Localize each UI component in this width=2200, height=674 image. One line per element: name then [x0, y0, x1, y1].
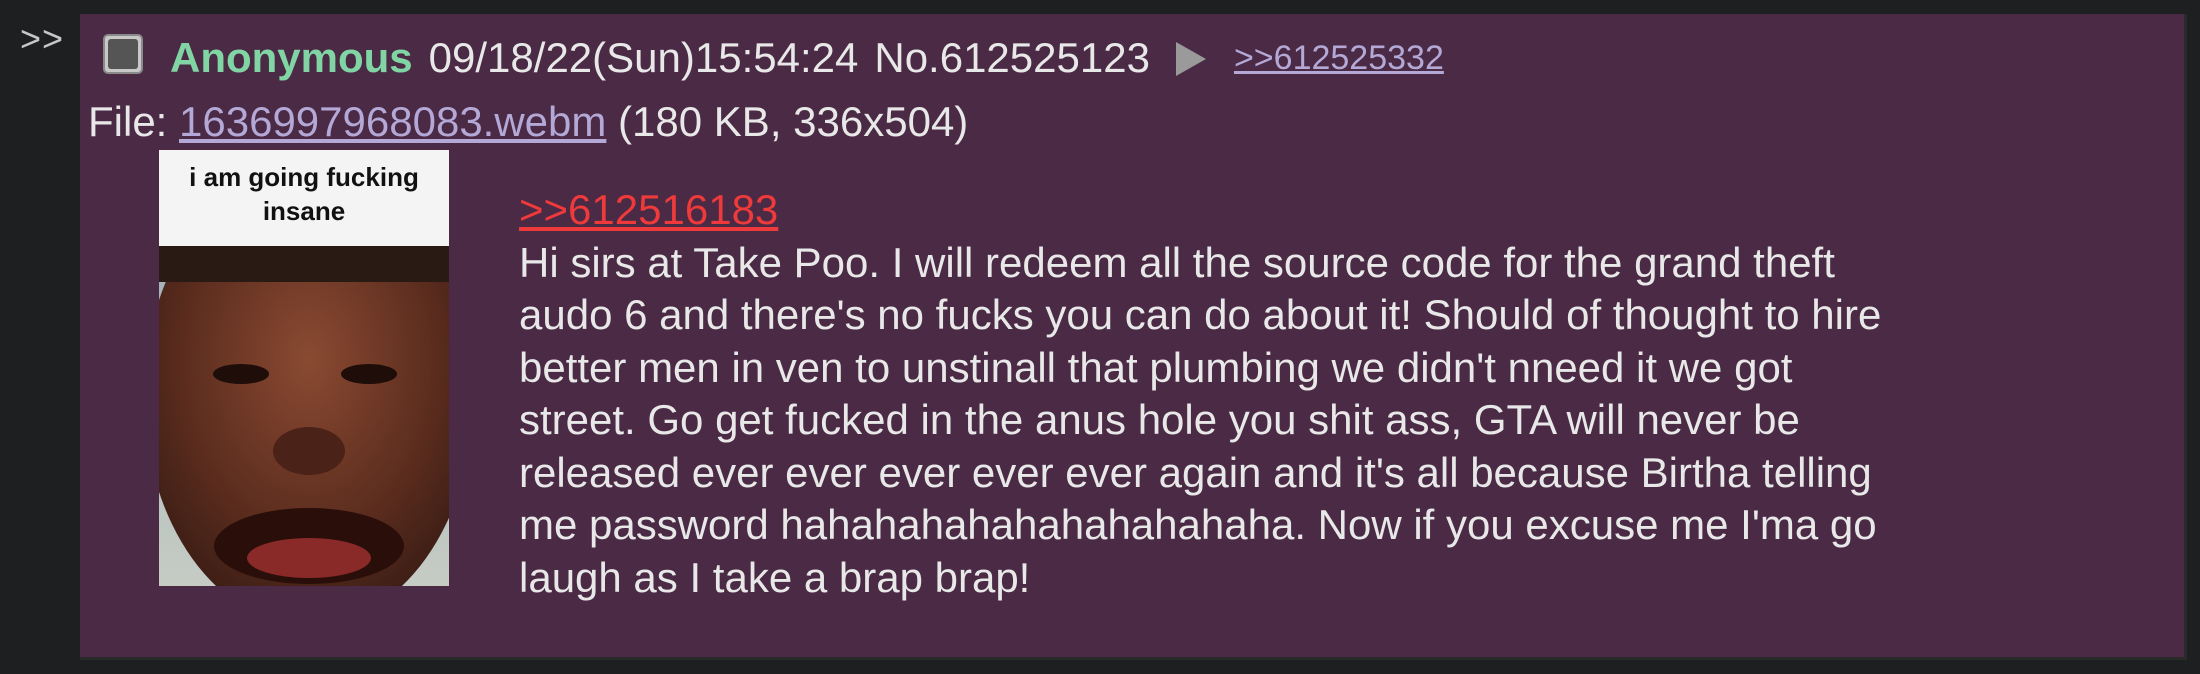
- post-datetime: 09/18/22(Sun)15:54:24: [428, 34, 859, 81]
- message-line: released ever ever ever ever ever again …: [519, 448, 1872, 496]
- message-line: better men in ven to unstinall that plum…: [519, 343, 1793, 391]
- file-details: (180 KB, 336x504): [606, 98, 969, 145]
- post-select-checkbox[interactable]: [103, 34, 143, 74]
- message-line: laugh as I take a brap brap!: [519, 553, 1031, 601]
- thumbnail-caption-line: i am going fucking: [189, 162, 419, 192]
- post-header: Anonymous 09/18/22(Sun)15:54:24 No.61252…: [170, 34, 1444, 82]
- post-container: Anonymous 09/18/22(Sun)15:54:24 No.61252…: [80, 14, 2187, 660]
- message-line: street. Go get fucked in the anus hole y…: [519, 396, 1800, 443]
- file-label: File:: [88, 98, 180, 145]
- reply-arrows: >>: [20, 18, 65, 59]
- thumbnail-caption: i am going fucking insane: [159, 150, 449, 246]
- poster-name: Anonymous: [170, 34, 413, 81]
- file-info: File: 1636997968083.webm (180 KB, 336x50…: [88, 98, 968, 146]
- play-triangle-icon[interactable]: [1175, 42, 1206, 76]
- quote-link[interactable]: >>612516183: [519, 184, 2159, 237]
- face-image: [159, 246, 449, 586]
- message-line: Hi sirs at Take Poo. I will redeem all t…: [519, 238, 1835, 286]
- message-line: me password hahahahahahahahahahaha. Now …: [519, 501, 1877, 548]
- post-message: >>612516183 Hi sirs at Take Poo. I will …: [519, 184, 2159, 604]
- file-link[interactable]: 1636997968083.webm: [179, 98, 606, 145]
- thumbnail-caption-line: insane: [262, 196, 346, 226]
- post-number[interactable]: No.612525123: [874, 34, 1150, 82]
- file-thumbnail[interactable]: i am going fucking insane: [159, 150, 449, 586]
- reply-backlink[interactable]: >>612525332: [1234, 39, 1444, 78]
- message-line: audo 6 and there's no fucks you can do a…: [519, 291, 1882, 338]
